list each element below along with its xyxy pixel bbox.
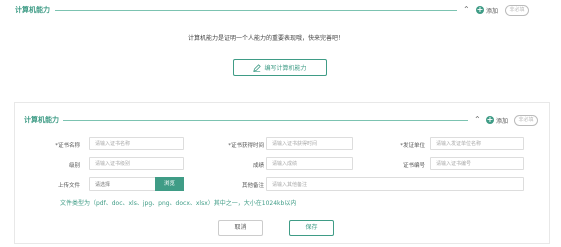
- form-section-header: 计算机能力: [24, 112, 59, 128]
- section-divider: [55, 10, 457, 11]
- other-notes-label: 其他备注: [241, 183, 264, 189]
- level-label: 级别: [68, 163, 80, 169]
- other-notes-input[interactable]: 请输入其他备注: [266, 177, 524, 191]
- cert-name-label: *证书名称: [55, 143, 80, 149]
- score-input[interactable]: 请输入成绩: [266, 157, 353, 170]
- cert-name-input[interactable]: 请输入证书名称: [89, 137, 184, 150]
- chevron-up-icon[interactable]: ⌃: [463, 6, 470, 14]
- form-section-title: 计算机能力: [24, 116, 59, 124]
- save-button[interactable]: 保存: [289, 220, 334, 236]
- edit-computer-skill-button[interactable]: 编写计算机能力: [233, 59, 327, 76]
- issuer-label: *发证单位: [400, 143, 425, 149]
- obtain-time-input[interactable]: 请输入证书获得时间: [266, 137, 353, 150]
- obtain-time-label: *证书获得时间: [228, 143, 264, 149]
- section-header: 计算机能力: [15, 2, 50, 18]
- intro-text: 计算机能力是证明一个人能力的重要表现哦，快来完善吧！: [188, 35, 345, 42]
- cert-no-label: 证书编号: [402, 163, 425, 169]
- attachment-label: 上传文件: [57, 183, 80, 189]
- attachment-input[interactable]: 请选择: [89, 177, 156, 191]
- pencil-icon: [253, 63, 262, 72]
- form-section-divider: [63, 120, 468, 121]
- add-button[interactable]: 添加: [486, 6, 498, 15]
- form-panel: [14, 102, 550, 244]
- level-input[interactable]: 请输入证书级别: [89, 157, 184, 170]
- optional-badge: 非必填: [514, 115, 538, 126]
- cert-no-input[interactable]: 请输入证书编号: [430, 157, 524, 170]
- chevron-up-icon[interactable]: ⌃: [474, 116, 481, 124]
- score-label: 成绩: [252, 163, 264, 169]
- section-title: 计算机能力: [15, 6, 50, 14]
- plus-icon[interactable]: +: [486, 116, 494, 124]
- cancel-button[interactable]: 取消: [218, 220, 263, 236]
- edit-button-label: 编写计算机能力: [264, 65, 307, 72]
- plus-icon[interactable]: +: [476, 6, 484, 14]
- issuer-input[interactable]: 请输入发证单位名称: [430, 137, 524, 150]
- file-type-hint: 文件类型为（pdf、doc、xls、jpg、png、docx、xlsx）其中之一…: [60, 200, 297, 207]
- add-button[interactable]: 添加: [496, 116, 508, 125]
- browse-button[interactable]: 浏览: [155, 177, 184, 191]
- optional-badge: 非必填: [505, 5, 529, 16]
